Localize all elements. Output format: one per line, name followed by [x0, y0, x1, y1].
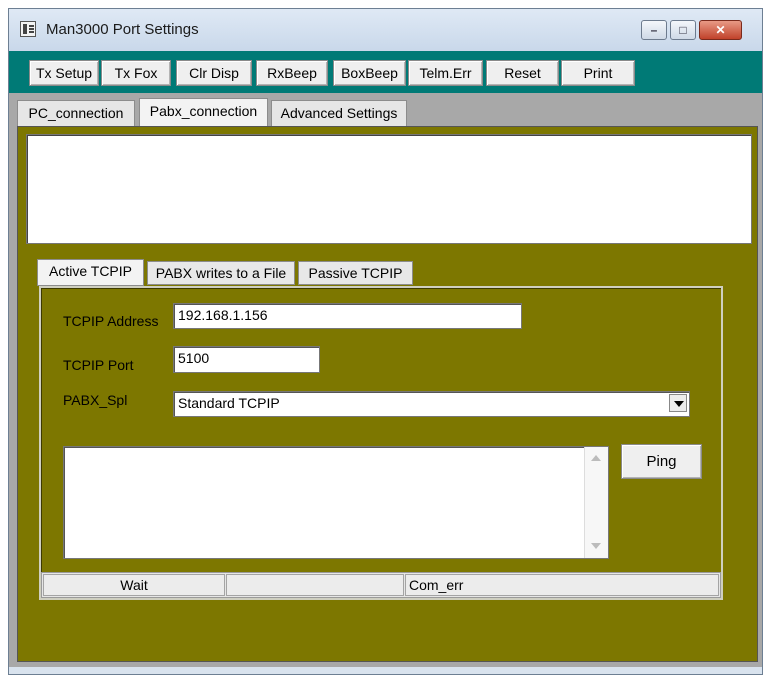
pabx-spl-value: Standard TCPIP: [178, 395, 280, 411]
tab-advanced-settings[interactable]: Advanced Settings: [271, 100, 407, 126]
tab-pabx-connection[interactable]: Pabx_connection: [139, 98, 268, 127]
chevron-down-icon[interactable]: [669, 394, 687, 412]
status-middle: [226, 574, 404, 596]
vertical-scrollbar[interactable]: [584, 447, 608, 558]
ping-button[interactable]: Ping: [621, 444, 702, 479]
scroll-down-icon[interactable]: [591, 543, 601, 549]
status-wait: Wait: [43, 574, 225, 596]
window-title: Man3000 Port Settings: [46, 21, 199, 38]
rxbeep-button[interactable]: RxBeep: [256, 60, 328, 86]
pabx-spl-label: PABX_Spl: [63, 392, 128, 408]
subtab-passive-tcpip[interactable]: Passive TCPIP: [298, 261, 413, 285]
tab-pc-connection[interactable]: PC_connection: [17, 100, 135, 126]
tx-fox-button[interactable]: Tx Fox: [101, 60, 171, 86]
subtab-pabx-writes-file[interactable]: PABX writes to a File: [147, 261, 295, 285]
reset-button[interactable]: Reset: [486, 60, 559, 86]
pabx-output-display[interactable]: [26, 134, 752, 244]
tcpip-address-label: TCPIP Address: [63, 313, 159, 329]
boxbeep-button[interactable]: BoxBeep: [333, 60, 406, 86]
app-icon: [20, 21, 36, 37]
pabx-spl-select[interactable]: Standard TCPIP: [173, 391, 690, 417]
minimize-icon: –: [650, 23, 658, 37]
scroll-up-icon[interactable]: [591, 455, 601, 461]
status-com-err: Com_err: [405, 574, 719, 596]
tcpip-address-input[interactable]: 192.168.1.156: [173, 303, 522, 329]
clr-disp-button[interactable]: Clr Disp: [176, 60, 252, 86]
tcpip-port-label: TCPIP Port: [63, 357, 134, 373]
maximize-icon: □: [679, 23, 687, 37]
telm-err-button[interactable]: Telm.Err: [408, 60, 483, 86]
maximize-button[interactable]: □: [670, 20, 696, 40]
tcpip-port-input[interactable]: 5100: [173, 346, 320, 373]
print-button[interactable]: Print: [561, 60, 635, 86]
tx-setup-button[interactable]: Tx Setup: [29, 60, 99, 86]
minimize-button[interactable]: –: [641, 20, 667, 40]
ping-output-textarea[interactable]: [63, 446, 609, 559]
close-button[interactable]: ✕: [699, 20, 742, 40]
subtab-active-tcpip[interactable]: Active TCPIP: [37, 259, 144, 286]
close-icon: ✕: [715, 23, 726, 37]
